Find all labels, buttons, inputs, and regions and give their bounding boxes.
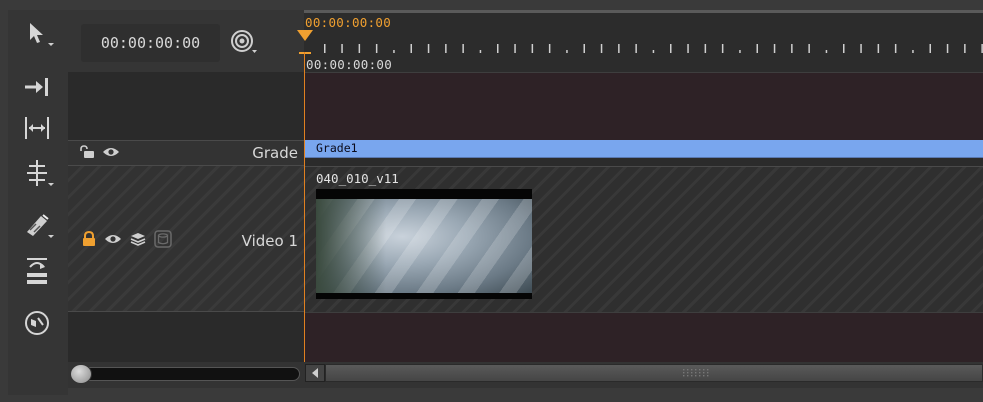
zoom-slider-handle[interactable] (70, 364, 92, 384)
ruler-tick (808, 44, 810, 53)
ripple-bars-icon (27, 160, 47, 186)
ruler-tick (843, 44, 845, 53)
speaker-circle-icon (25, 311, 49, 335)
snap-button[interactable] (230, 28, 258, 56)
timeline-panel: 00:00:00:00 00:00:00:00 00:00:00:00 Grad… (0, 0, 983, 402)
ruler-tick (877, 44, 880, 53)
ruler-tick (756, 44, 758, 53)
ruler-tick (566, 50, 568, 53)
grade-clip-label: Grade1 (316, 141, 358, 155)
ruler-tick (721, 44, 724, 53)
ruler-tick (670, 44, 672, 53)
select-tool-button[interactable] (22, 18, 54, 48)
eye-icon[interactable] (104, 233, 122, 245)
retime-icon (27, 258, 47, 284)
ruler-tick (324, 44, 326, 53)
ripple-tool-button[interactable] (22, 158, 54, 188)
ruler-tick (739, 50, 741, 53)
ruler-tick (652, 50, 655, 53)
ruler-tick (410, 44, 412, 53)
eye-icon[interactable] (102, 146, 120, 158)
playhead-timecode: 00:00:00:00 (305, 15, 392, 30)
ruler-tick (375, 44, 378, 53)
ruler-tick (929, 44, 931, 53)
video-track-header[interactable]: Video 1 (68, 166, 304, 312)
ruler-tick (791, 44, 793, 53)
empty-track-area (304, 72, 983, 141)
ruler-tick (687, 44, 689, 53)
playhead-handle[interactable] (296, 29, 314, 59)
track-select-tool-button[interactable] (22, 72, 52, 102)
ruler-tick (531, 44, 534, 53)
lock-open-icon[interactable] (78, 145, 96, 159)
playhead-line[interactable] (304, 52, 305, 362)
video-clip-thumbnail[interactable] (316, 189, 532, 299)
ruler-tick (427, 44, 430, 53)
arrow-pointer-icon (30, 23, 43, 43)
ruler-tick (358, 44, 361, 53)
ruler-tick (393, 50, 395, 53)
grade-track-header[interactable]: Grade (68, 140, 304, 166)
ruler-tick (912, 50, 914, 53)
ruler-tick (704, 44, 707, 53)
horizontal-scrollbar[interactable] (325, 364, 983, 382)
video-track-name: Video 1 (241, 232, 298, 250)
grade-track-lane (305, 158, 983, 166)
timecode-display[interactable]: 00:00:00:00 (81, 24, 220, 62)
ruler-tick (894, 44, 897, 53)
scroll-left-button[interactable] (305, 364, 325, 382)
grade-track-name: Grade (252, 144, 298, 162)
retime-tool-button[interactable] (22, 256, 52, 286)
ruler-tick (341, 44, 343, 53)
layers-icon[interactable] (130, 232, 146, 246)
zoom-slider-track[interactable] (76, 367, 300, 381)
video-track-lane: 040_010_v11 (305, 166, 983, 312)
ruler-ticks (324, 44, 983, 53)
grade-clip[interactable]: Grade1 (305, 140, 983, 158)
ruler-tick (462, 44, 464, 53)
ruler-tick (825, 50, 828, 53)
empty-track-header (68, 72, 304, 140)
ruler-tick (860, 44, 862, 53)
empty-track-header-lower (68, 312, 304, 362)
ruler-tick (964, 44, 966, 53)
ruler-tick (773, 44, 776, 53)
ruler-tick (514, 44, 516, 53)
ruler-tick (548, 44, 551, 53)
snap-target-icon (231, 30, 257, 53)
audio-tool-button[interactable] (22, 308, 52, 338)
ruler-tick (946, 44, 949, 53)
arrow-to-bar-icon (25, 78, 48, 96)
ruler-tick (600, 44, 603, 53)
time-ruler[interactable] (304, 10, 983, 72)
triangle-left-icon (312, 368, 318, 378)
video-clip-label: 040_010_v11 (316, 171, 399, 186)
scrollbar-grip-icon[interactable] (680, 367, 710, 379)
ruler-tick (497, 44, 499, 53)
ruler-tick (635, 44, 637, 53)
lock-closed-icon[interactable] (82, 231, 96, 247)
ruler-tick (583, 44, 585, 53)
bracket-arrows-icon (25, 117, 49, 139)
ruler-tick (618, 44, 620, 53)
slip-tool-button[interactable] (22, 113, 52, 143)
tool-column (8, 10, 68, 395)
ruler-tick (479, 50, 482, 53)
database-icon[interactable] (154, 230, 172, 248)
in-point-timecode: 00:00:00:00 (306, 57, 393, 72)
clip-frame-image (316, 199, 532, 293)
razor-tool-button[interactable] (22, 210, 54, 240)
razor-icon (27, 214, 49, 236)
ruler-tick (445, 44, 447, 53)
empty-track-area-lower (305, 312, 983, 362)
